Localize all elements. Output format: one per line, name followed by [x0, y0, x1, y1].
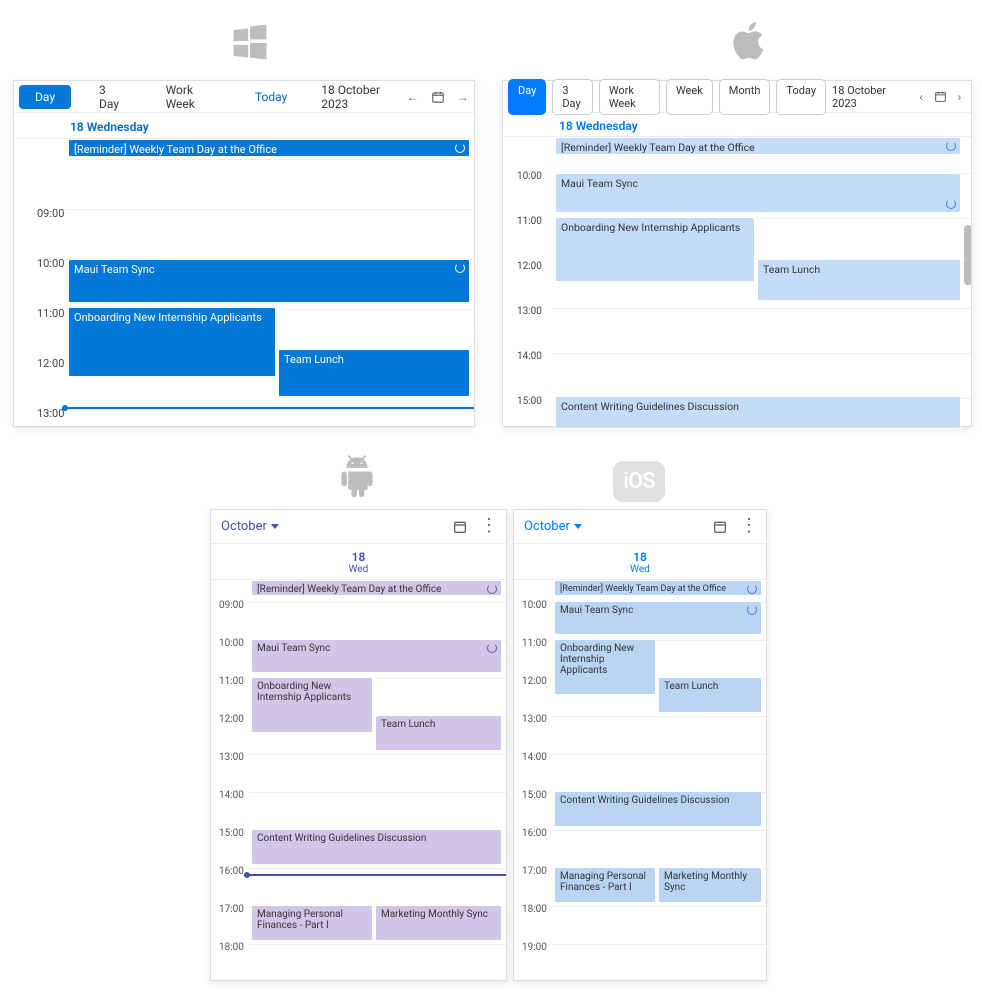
chevron-down-icon [574, 524, 582, 529]
view-week-button[interactable]: Week [666, 79, 713, 115]
today-jump-icon[interactable] [452, 519, 468, 535]
event-marketing[interactable]: Marketing Monthly Sync [375, 905, 502, 941]
more-menu-icon[interactable]: ⋮ [740, 519, 756, 535]
ios-grid[interactable]: 10:00 11:00 12:00 13:00 14:00 15:00 16:0… [514, 580, 766, 984]
event-maui-sync[interactable]: Maui Team Sync [554, 601, 762, 635]
view-3day-button[interactable]: 3 Day [83, 78, 138, 116]
android-grid[interactable]: 09:00 10:00 11:00 12:00 13:00 14:00 15:0… [211, 580, 506, 984]
calendar-ios: October ⋮ 18 Wed 10:00 11:00 12:00 13:00… [513, 509, 767, 981]
windows-icon [225, 18, 275, 68]
view-3day-button[interactable]: 3 Day [552, 79, 592, 115]
event-maui-sync[interactable]: Maui Team Sync [555, 173, 961, 213]
event-onboarding[interactable]: Onboarding New Internship Applicants [555, 217, 755, 282]
day-header: 18 Wednesday [503, 113, 971, 137]
mac-toolbar: Day 3 Day Work Week Week Month Today 18 … [503, 81, 971, 113]
recurring-icon [946, 199, 956, 209]
win-grid[interactable]: 09:00 10:00 11:00 12:00 13:00 [Reminder]… [14, 139, 474, 419]
event-marketing[interactable]: Marketing Monthly Sync [658, 867, 762, 903]
apple-icon [724, 16, 774, 66]
android-toolbar: October ⋮ [211, 510, 506, 544]
recurring-icon [747, 605, 757, 615]
event-team-lunch[interactable]: Team Lunch [375, 715, 502, 751]
recurring-icon [455, 263, 465, 273]
event-maui-sync[interactable]: Maui Team Sync [251, 639, 502, 673]
event-writing[interactable]: Content Writing Guidelines Discussion [554, 791, 762, 827]
event-team-lunch[interactable]: Team Lunch [757, 259, 961, 301]
today-jump-icon[interactable] [712, 519, 728, 535]
event-reminder[interactable]: [Reminder] Weekly Team Day at the Office [251, 580, 502, 596]
recurring-icon [487, 643, 497, 653]
mac-grid[interactable]: 10:00 11:00 12:00 13:00 14:00 15:00 [Rem… [503, 137, 971, 431]
event-team-lunch[interactable]: Team Lunch [658, 677, 762, 713]
event-onboarding[interactable]: Onboarding New Internship Applicants [251, 677, 373, 733]
event-onboarding[interactable]: Onboarding New Internship Applicants [68, 307, 276, 377]
current-date: 18 October 2023 [832, 84, 909, 110]
prev-chevron-icon[interactable]: ‹ [915, 90, 928, 104]
day-header: 18 Wed [514, 544, 766, 580]
view-workweek-button[interactable]: Work Week [150, 78, 227, 116]
time-axis: 09:00 10:00 11:00 12:00 13:00 [14, 139, 66, 419]
time-axis: 10:00 11:00 12:00 13:00 14:00 15:00 16:0… [514, 580, 552, 984]
event-writing[interactable]: Content Writing Guidelines Discussion [555, 396, 961, 429]
event-team-lunch[interactable]: Team Lunch [278, 349, 470, 397]
android-icon [332, 452, 382, 502]
scrollbar-thumb[interactable] [964, 225, 971, 285]
current-time-indicator [247, 874, 506, 876]
view-day-button[interactable]: Day [19, 85, 71, 109]
calendar-android: October ⋮ 18 Wed 09:00 10:00 11:00 12:00… [210, 509, 507, 981]
recurring-icon [946, 141, 956, 151]
recurring-icon [487, 584, 497, 594]
ios-icon: iOS [614, 456, 664, 506]
event-reminder[interactable]: [Reminder] Weekly Team Day at the Office [554, 580, 762, 596]
calendar-picker-icon[interactable] [431, 89, 445, 105]
day-header: 18 Wednesday [14, 113, 474, 139]
next-chevron-icon[interactable]: › [953, 90, 966, 104]
next-arrow-icon[interactable]: → [457, 89, 469, 105]
view-month-button[interactable]: Month [719, 79, 771, 115]
view-day-button[interactable]: Day [508, 79, 546, 115]
ios-toolbar: October ⋮ [514, 510, 766, 544]
calendar-picker-icon[interactable] [934, 90, 947, 104]
event-onboarding[interactable]: Onboarding New Internship Applicants [554, 639, 656, 695]
event-writing[interactable]: Content Writing Guidelines Discussion [251, 829, 502, 865]
event-finances[interactable]: Managing Personal Finances - Part I [554, 867, 656, 903]
recurring-icon [747, 584, 757, 594]
current-time-indicator [66, 407, 474, 409]
event-finances[interactable]: Managing Personal Finances - Part I [251, 905, 373, 941]
calendar-mac: Day 3 Day Work Week Week Month Today 18 … [502, 80, 972, 427]
month-picker[interactable]: October [524, 519, 582, 534]
win-toolbar: Day 3 Day Work Week Today 18 October 202… [14, 81, 474, 113]
prev-arrow-icon[interactable]: ← [407, 89, 419, 105]
more-menu-icon[interactable]: ⋮ [480, 519, 496, 535]
month-picker[interactable]: October [221, 519, 279, 534]
time-axis: 09:00 10:00 11:00 12:00 13:00 14:00 15:0… [211, 580, 249, 984]
event-maui-sync[interactable]: Maui Team Sync [68, 259, 470, 303]
time-axis: 10:00 11:00 12:00 13:00 14:00 15:00 [503, 137, 553, 431]
view-workweek-button[interactable]: Work Week [599, 79, 660, 115]
current-date: 18 October 2023 [315, 83, 394, 111]
day-header: 18 Wed [211, 544, 506, 580]
event-reminder[interactable]: [Reminder] Weekly Team Day at the Office [68, 139, 470, 157]
today-button[interactable]: Today [239, 85, 303, 109]
today-button[interactable]: Today [776, 79, 826, 115]
chevron-down-icon [271, 524, 279, 529]
calendar-windows: Day 3 Day Work Week Today 18 October 202… [13, 80, 475, 427]
recurring-icon [455, 143, 465, 153]
event-reminder[interactable]: [Reminder] Weekly Team Day at the Office [555, 137, 961, 155]
